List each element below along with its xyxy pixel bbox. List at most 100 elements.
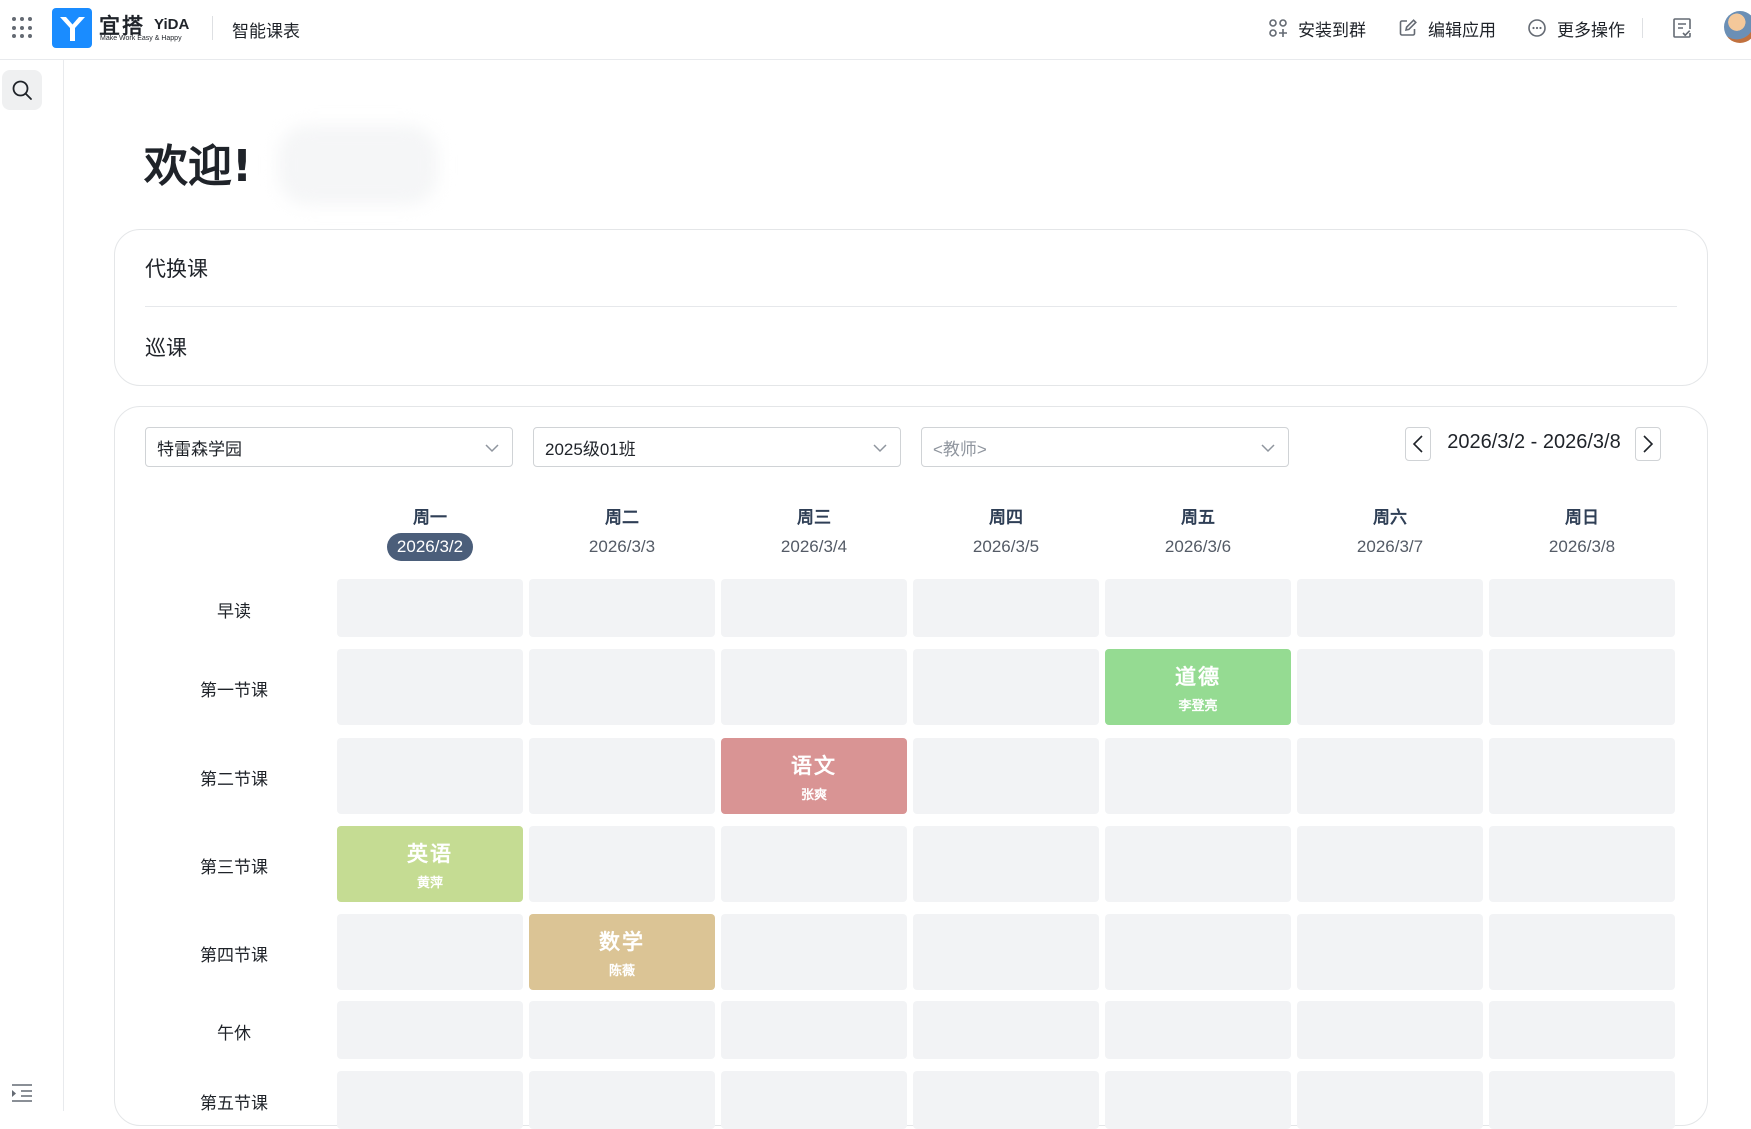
empty-slot[interactable] xyxy=(913,914,1099,990)
empty-slot[interactable] xyxy=(1105,826,1291,902)
empty-slot[interactable] xyxy=(337,649,523,725)
empty-slot[interactable] xyxy=(337,738,523,814)
day-date: 2026/3/5 xyxy=(972,537,1040,556)
day-date: 2026/3/3 xyxy=(588,537,656,556)
empty-slot[interactable] xyxy=(337,579,523,637)
empty-slot[interactable] xyxy=(529,826,715,902)
period-label: 第五节课 xyxy=(200,1094,268,1113)
class-select[interactable]: 2025级01班 xyxy=(533,427,901,467)
previous-week-button[interactable] xyxy=(1405,427,1431,461)
search-button[interactable] xyxy=(2,70,42,110)
day-header: 周一 2026/3/2 xyxy=(337,503,523,561)
empty-slot[interactable] xyxy=(913,1001,1099,1059)
timetable-card: 特雷森学园 2025级01班 <教师> 2026/3/2 - 2026/3/8 … xyxy=(114,406,1708,1129)
empty-slot[interactable] xyxy=(913,649,1099,725)
empty-slot[interactable] xyxy=(1105,738,1291,814)
todo-icon[interactable] xyxy=(1670,16,1694,40)
day-name: 周二 xyxy=(605,508,639,527)
menu-collapse-icon[interactable] xyxy=(10,1083,34,1103)
empty-slot[interactable] xyxy=(1297,914,1483,990)
install-to-group-button[interactable]: 安装到群 xyxy=(1268,14,1366,42)
logo-text-en: YiDA xyxy=(154,16,190,33)
app-launcher-icon[interactable] xyxy=(12,17,34,39)
empty-slot[interactable] xyxy=(529,579,715,637)
welcome-heading: 欢迎! xyxy=(144,141,253,192)
empty-slot[interactable] xyxy=(337,1071,523,1129)
next-week-button[interactable] xyxy=(1635,427,1661,461)
empty-slot[interactable] xyxy=(1105,1001,1291,1059)
empty-slot[interactable] xyxy=(913,738,1099,814)
school-select-value: 特雷森学园 xyxy=(157,439,242,459)
lesson-cell[interactable]: 道德 李登亮 xyxy=(1105,649,1291,725)
empty-slot[interactable] xyxy=(337,1001,523,1059)
lesson-teacher: 张爽 xyxy=(800,787,827,803)
redacted-username xyxy=(278,125,438,205)
more-actions-label: 更多操作 xyxy=(1557,20,1625,40)
day-name: 周日 xyxy=(1565,508,1599,527)
lesson-cell[interactable]: 语文 张爽 xyxy=(721,738,907,814)
empty-slot[interactable] xyxy=(913,826,1099,902)
chevron-left-icon xyxy=(1412,435,1423,453)
today-date-badge: 2026/3/2 xyxy=(386,533,474,561)
school-select[interactable]: 特雷森学园 xyxy=(145,427,513,467)
link-substitute-class[interactable]: 代换课 xyxy=(145,230,1677,307)
empty-slot[interactable] xyxy=(1489,579,1675,637)
empty-slot[interactable] xyxy=(529,1001,715,1059)
lesson-cell[interactable]: 数学 陈薇 xyxy=(529,914,715,990)
day-date: 2026/3/7 xyxy=(1356,537,1424,556)
empty-slot[interactable] xyxy=(1489,914,1675,990)
week-range: 2026/3/2 - 2026/3/8 xyxy=(1447,431,1621,453)
yida-logo-icon[interactable] xyxy=(52,8,92,48)
user-avatar[interactable] xyxy=(1724,11,1751,43)
logo-slogan: Make Work Easy & Happy xyxy=(100,35,182,42)
period-label: 午休 xyxy=(217,1024,251,1043)
edit-app-label: 编辑应用 xyxy=(1428,20,1496,40)
chevron-down-icon xyxy=(485,444,499,453)
empty-slot[interactable] xyxy=(1105,1071,1291,1129)
empty-slot[interactable] xyxy=(1489,649,1675,725)
empty-slot[interactable] xyxy=(529,1071,715,1129)
empty-slot[interactable] xyxy=(529,649,715,725)
day-date: 2026/3/6 xyxy=(1164,537,1232,556)
day-name: 周五 xyxy=(1181,508,1215,527)
day-header: 周日 2026/3/8 xyxy=(1489,503,1675,561)
empty-slot[interactable] xyxy=(1297,1001,1483,1059)
empty-slot[interactable] xyxy=(1297,738,1483,814)
empty-slot[interactable] xyxy=(913,579,1099,637)
lesson-teacher: 黄萍 xyxy=(416,875,443,891)
empty-slot[interactable] xyxy=(721,1001,907,1059)
empty-slot[interactable] xyxy=(1105,914,1291,990)
quick-links-card: 代换课 巡课 xyxy=(114,229,1708,386)
empty-slot[interactable] xyxy=(721,579,907,637)
lesson-cell[interactable]: 英语 黄萍 xyxy=(337,826,523,902)
link-class-patrol[interactable]: 巡课 xyxy=(145,308,1677,385)
day-name: 周四 xyxy=(989,508,1023,527)
left-rail xyxy=(0,60,64,1111)
empty-slot[interactable] xyxy=(337,914,523,990)
empty-slot[interactable] xyxy=(1297,579,1483,637)
app-title[interactable]: 智能课表 xyxy=(232,17,300,42)
empty-slot[interactable] xyxy=(721,914,907,990)
empty-slot[interactable] xyxy=(1105,579,1291,637)
empty-slot[interactable] xyxy=(1297,649,1483,725)
teacher-select[interactable]: <教师> xyxy=(921,427,1289,467)
more-actions-button[interactable]: 更多操作 xyxy=(1527,14,1625,42)
empty-slot[interactable] xyxy=(721,1071,907,1129)
empty-slot[interactable] xyxy=(1489,826,1675,902)
empty-slot[interactable] xyxy=(721,826,907,902)
edit-icon xyxy=(1399,19,1417,36)
empty-slot[interactable] xyxy=(913,1071,1099,1129)
search-icon xyxy=(12,80,32,100)
day-header: 周六 2026/3/7 xyxy=(1297,503,1483,561)
day-header: 周二 2026/3/3 xyxy=(529,503,715,561)
period-label: 早读 xyxy=(217,602,251,621)
empty-slot[interactable] xyxy=(721,649,907,725)
empty-slot[interactable] xyxy=(1489,738,1675,814)
empty-slot[interactable] xyxy=(1297,1071,1483,1129)
empty-slot[interactable] xyxy=(1489,1071,1675,1129)
lesson-teacher: 李登亮 xyxy=(1178,698,1218,714)
empty-slot[interactable] xyxy=(529,738,715,814)
edit-app-button[interactable]: 编辑应用 xyxy=(1398,14,1496,42)
empty-slot[interactable] xyxy=(1489,1001,1675,1059)
empty-slot[interactable] xyxy=(1297,826,1483,902)
